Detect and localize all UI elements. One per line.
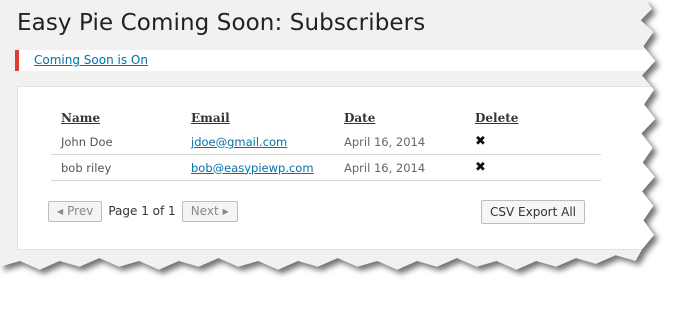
subscribers-card: Name Email Date Delete John Doe jdoe@gma…	[17, 86, 656, 250]
delete-icon[interactable]: ✖	[475, 160, 486, 175]
triangle-right-icon: ▶	[222, 206, 229, 216]
delete-icon[interactable]: ✖	[475, 134, 486, 149]
table-row: John Doe jdoe@gmail.com April 16, 2014 ✖	[51, 129, 601, 155]
coming-soon-status-link[interactable]: Coming Soon is On	[34, 53, 148, 67]
subscribers-table: Name Email Date Delete John Doe jdoe@gma…	[51, 109, 601, 181]
column-header-delete[interactable]: Delete	[465, 109, 601, 129]
column-header-date[interactable]: Date	[334, 109, 465, 129]
pagination: ◀ Prev Page 1 of 1 Next ▶	[48, 200, 238, 222]
page-indicator: Page 1 of 1	[108, 204, 176, 218]
footer-links[interactable]: Plugin F... ...ntae... | Dona...	[17, 270, 182, 284]
table-header-row: Name Email Date Delete	[51, 109, 601, 129]
subscriber-name: John Doe	[51, 129, 181, 155]
subscriber-email[interactable]: jdoe@gmail.com	[181, 129, 334, 155]
column-header-email[interactable]: Email	[181, 109, 334, 129]
delete-cell: ✖	[465, 154, 601, 181]
column-header-name[interactable]: Name	[51, 109, 181, 129]
subscriber-name: bob riley	[51, 154, 181, 181]
subscriber-date: April 16, 2014	[334, 129, 465, 155]
prev-button[interactable]: ◀ Prev	[48, 200, 103, 222]
csv-export-all-button[interactable]: CSV Export All	[481, 200, 585, 224]
screenshot-frame: Easy Pie Coming Soon: Subscribers Coming…	[0, 0, 677, 310]
triangle-left-icon: ◀	[57, 206, 64, 216]
admin-page: Easy Pie Coming Soon: Subscribers Coming…	[0, 0, 656, 284]
page-title: Easy Pie Coming Soon: Subscribers	[17, 10, 426, 36]
delete-cell: ✖	[465, 129, 601, 155]
prev-label: Prev	[67, 204, 94, 218]
subscriber-date: April 16, 2014	[334, 154, 465, 181]
next-button[interactable]: Next ▶	[181, 200, 238, 222]
coming-soon-notice: Coming Soon is On	[15, 50, 656, 71]
subscriber-email[interactable]: bob@easypiewp.com	[181, 154, 334, 181]
table-row: bob riley bob@easypiewp.com April 16, 20…	[51, 154, 601, 181]
next-label: Next	[190, 204, 219, 218]
